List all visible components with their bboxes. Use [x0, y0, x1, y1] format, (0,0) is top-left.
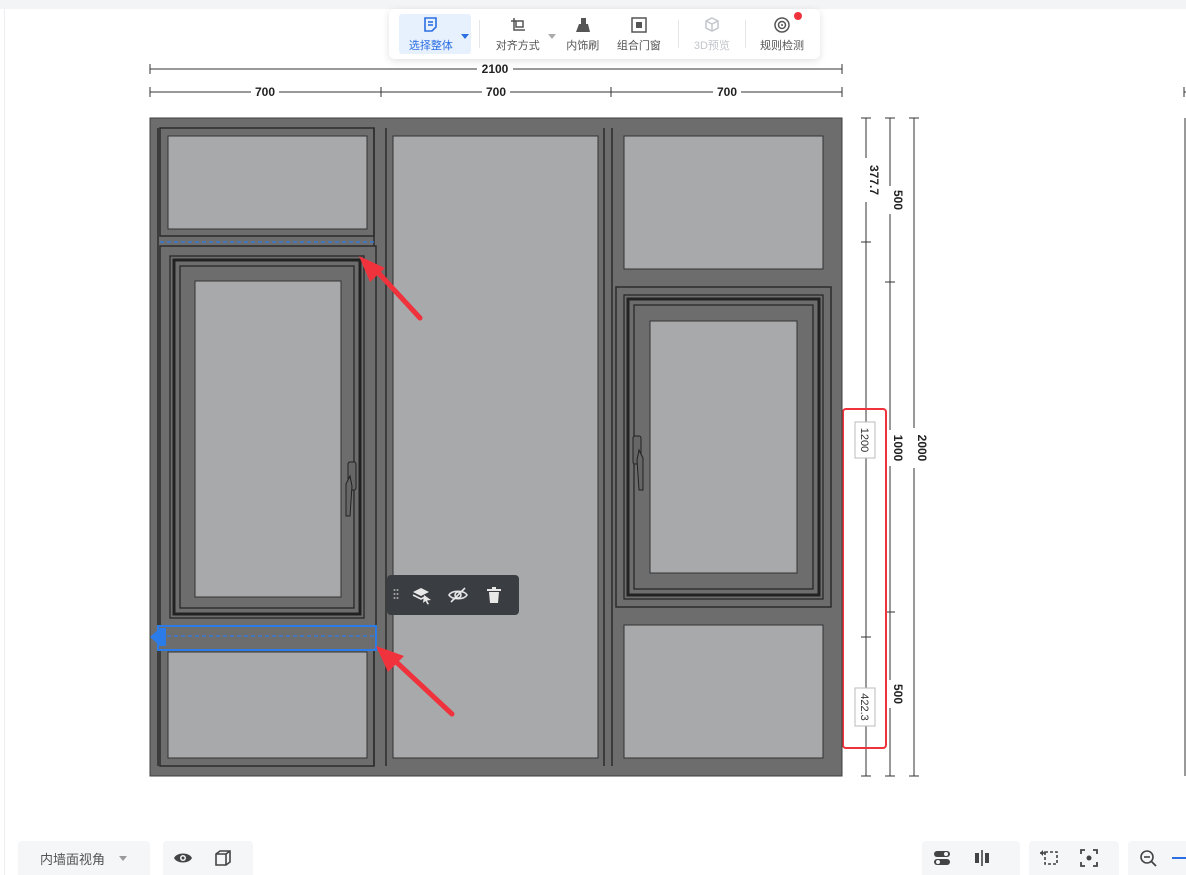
- dim-width-3: 700: [717, 85, 737, 99]
- rule-check-button[interactable]: 规则检测: [754, 12, 810, 54]
- notification-dot: [794, 12, 802, 20]
- brush-icon: [573, 15, 593, 35]
- combine-window-button[interactable]: 组合门窗: [608, 14, 670, 54]
- select-whole-dropdown-icon[interactable]: [460, 34, 469, 39]
- eye-icon: [174, 853, 192, 863]
- cube-icon: [215, 850, 231, 866]
- select-whole-button[interactable]: 选择整体: [399, 14, 471, 54]
- glass-center[interactable]: [392, 135, 599, 759]
- trim-brush-label: 内饰刷: [566, 40, 600, 52]
- toggle-switches-icon: [934, 851, 950, 865]
- glass-left-top[interactable]: [167, 135, 368, 230]
- select-whole-label: 选择整体: [408, 40, 453, 52]
- dim-outer-middle: 1000: [891, 435, 905, 462]
- window-frame[interactable]: [149, 117, 843, 777]
- 3d-view-button[interactable]: [203, 841, 243, 875]
- layers-select-icon: [412, 588, 431, 605]
- transom-bottom-selected[interactable]: [150, 625, 377, 651]
- zoom-group: [1128, 841, 1186, 875]
- rule-check-icon: [772, 15, 792, 35]
- frame-select-icon: [1040, 850, 1058, 865]
- preview-3d-button[interactable]: 3D预览: [687, 14, 737, 54]
- dim-inner-top: 377.7: [867, 165, 881, 195]
- trim-brush-button[interactable]: 内饰刷: [558, 14, 608, 54]
- zoom-out-icon: [1140, 850, 1157, 867]
- align-center-icon: [975, 850, 989, 866]
- selection-float-toolbar: [387, 575, 519, 615]
- toolbar-divider: [677, 20, 679, 48]
- glass-right-bottom[interactable]: [623, 624, 824, 759]
- sash-left[interactable]: [159, 245, 377, 627]
- elevation-drawing: 2100 700 700 700 377.7 500 1000 500 2000…: [149, 62, 1186, 777]
- glass-left-bottom[interactable]: [167, 651, 368, 759]
- dim-input-1200-text: 1200: [858, 428, 870, 452]
- fit-view-button[interactable]: [1069, 841, 1109, 875]
- hide-button[interactable]: [447, 583, 469, 607]
- dim-width-1: 700: [255, 85, 275, 99]
- glass-right-top[interactable]: [623, 135, 824, 270]
- focus-icon: [1080, 849, 1098, 867]
- view-toggle-group: [163, 841, 253, 875]
- eye-off-icon: [448, 587, 468, 603]
- distribute-button[interactable]: [962, 841, 1002, 875]
- toolbar-divider: [744, 20, 746, 48]
- chevron-down-icon: [119, 855, 128, 861]
- main-toolbar: 选择整体 对齐方式 内饰刷 组合门窗 3D预览 规则检测: [389, 9, 820, 59]
- align-icon: [508, 15, 528, 35]
- cube-3d-icon: [702, 15, 722, 35]
- toolbar-divider: [478, 20, 480, 48]
- crop-select-button[interactable]: [1029, 841, 1069, 875]
- align-label: 对齐方式: [495, 40, 540, 52]
- combine-window-label: 组合门窗: [616, 40, 661, 52]
- dim-input-422-text: 422.3: [858, 693, 870, 721]
- align-dropdown-icon[interactable]: [547, 34, 556, 39]
- drag-handle-icon[interactable]: [393, 588, 399, 602]
- drawing-canvas[interactable]: 2100 700 700 700 377.7 500 1000 500 2000…: [0, 0, 1186, 875]
- rule-check-label: 规则检测: [759, 40, 804, 52]
- combine-window-icon: [629, 15, 649, 35]
- trash-icon: [487, 587, 501, 603]
- layout-tools-group: [922, 841, 1020, 875]
- dim-outer-top: 500: [891, 190, 905, 210]
- view-angle-select[interactable]: 内墙面视角: [18, 841, 150, 875]
- visibility-button[interactable]: [163, 841, 203, 875]
- dim-total-width: 2100: [482, 62, 509, 76]
- select-whole-icon: [421, 15, 441, 35]
- preview-3d-label: 3D预览: [693, 40, 730, 52]
- zoom-out-button[interactable]: [1128, 841, 1168, 875]
- align-button[interactable]: 对齐方式: [488, 14, 558, 54]
- toggle-settings-button[interactable]: [922, 841, 962, 875]
- delete-button[interactable]: [483, 583, 505, 607]
- zoom-slider[interactable]: [1172, 857, 1186, 859]
- frame-tools-group: [1029, 841, 1119, 875]
- dim-width-2: 700: [486, 85, 506, 99]
- dim-total-height: 2000: [915, 435, 929, 462]
- view-angle-label: 内墙面视角: [40, 851, 106, 867]
- dim-outer-bottom: 500: [891, 684, 905, 704]
- layer-select-button[interactable]: [411, 583, 433, 607]
- sash-right[interactable]: [615, 286, 832, 608]
